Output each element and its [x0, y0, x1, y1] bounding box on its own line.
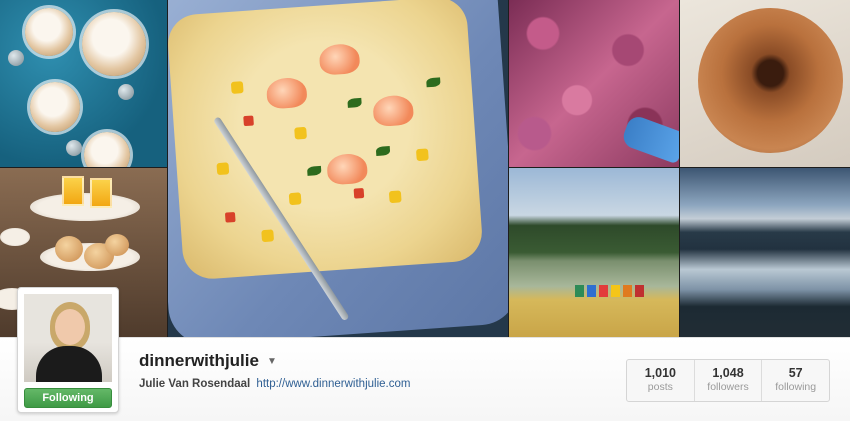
photo-tile-muffins[interactable]: [0, 0, 167, 167]
avatar-card: Following: [17, 287, 119, 413]
stat-label: posts: [647, 381, 673, 393]
profile-stats: 1,010 posts 1,048 followers 57 following: [626, 359, 830, 402]
stat-value: 57: [788, 366, 803, 380]
stat-posts[interactable]: 1,010 posts: [627, 360, 694, 401]
stat-value: 1,010: [644, 366, 676, 380]
stat-label: following: [775, 381, 817, 393]
stat-following[interactable]: 57 following: [761, 360, 829, 401]
photo-tile-chowder[interactable]: [168, 0, 508, 337]
bio-row: Julie Van Rosendaal http://www.dinnerwit…: [139, 378, 410, 390]
username-row: dinnerwithjulie ▼: [139, 351, 277, 371]
full-name: Julie Van Rosendaal: [139, 378, 251, 390]
stat-label: followers: [707, 381, 749, 393]
photo-tile-autumn-leaves[interactable]: [509, 0, 679, 167]
chevron-down-icon[interactable]: ▼: [267, 356, 277, 367]
avatar[interactable]: [24, 294, 112, 382]
username: dinnerwithjulie: [139, 351, 259, 370]
photo-tile-dusk-lake[interactable]: [680, 168, 850, 337]
photo-tile-donut[interactable]: [680, 0, 850, 167]
website-link[interactable]: http://www.dinnerwithjulie.com: [256, 378, 410, 390]
stat-followers[interactable]: 1,048 followers: [693, 360, 762, 401]
following-button[interactable]: Following: [24, 388, 112, 408]
stat-value: 1,048: [712, 366, 744, 380]
cover-photo-mosaic: [0, 0, 850, 337]
photo-tile-lake-chairs[interactable]: [509, 168, 679, 337]
